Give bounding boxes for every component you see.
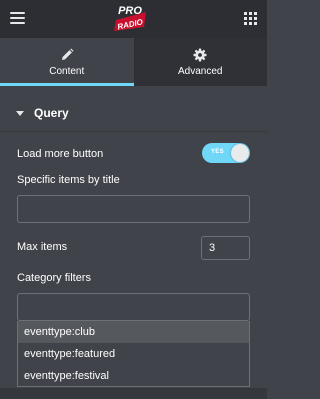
specific-items-input[interactable] [17,195,250,223]
pro-radio-logo: PRO RADIO [114,5,146,32]
caret-down-icon [16,111,24,116]
section-title: Query [34,106,69,120]
category-filters-dropdown: eventtype:club eventtype:featured eventt… [17,321,250,387]
max-items-input[interactable] [201,236,250,260]
toggle-state-text: YES [211,149,224,155]
toggle-knob [231,144,249,162]
svg-text:PRO: PRO [118,5,142,17]
dropdown-option[interactable]: eventtype:club [18,321,249,343]
category-filters-input[interactable] [17,293,250,321]
tab-advanced[interactable]: Advanced [133,38,267,86]
top-bar: PRO RADIO [0,0,267,38]
load-more-toggle[interactable]: YES [202,143,250,163]
max-items-label: Max items [17,241,68,253]
gear-icon [193,48,207,62]
load-more-label: Load more button [17,148,104,160]
pencil-icon [61,48,74,60]
tab-content[interactable]: Content [0,38,134,86]
hamburger-menu-icon[interactable] [10,12,25,24]
tab-advanced-label: Advanced [178,66,223,77]
panel-footer [0,388,267,399]
dropdown-option[interactable]: eventtype:festival [18,365,249,387]
dropdown-option[interactable]: eventtype:featured [18,343,249,365]
section-query-header[interactable]: Query [0,94,267,132]
tab-content-label: Content [49,66,85,77]
grid-apps-icon[interactable] [244,12,257,25]
specific-items-label: Specific items by title [17,174,120,186]
panel-tabs: Content Advanced [0,38,267,86]
category-filters-label: Category filters [17,272,91,284]
